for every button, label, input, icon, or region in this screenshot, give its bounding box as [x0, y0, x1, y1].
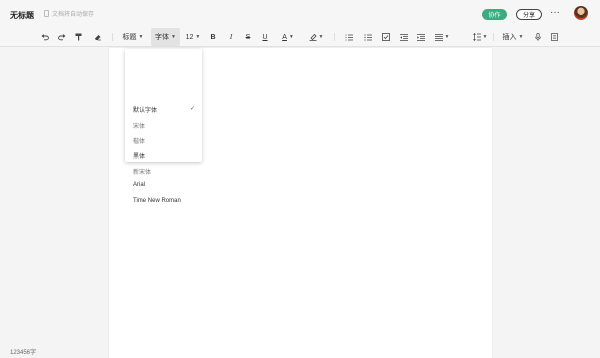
chevron-down-icon: ▼ — [195, 34, 201, 40]
app-header: 无标题 文档将自动保存 协作 分享 ··· — [0, 0, 600, 28]
align-icon — [434, 33, 443, 41]
undo-icon — [40, 33, 49, 40]
paint-roller-icon — [75, 33, 82, 41]
eraser-icon — [94, 35, 101, 41]
toolbar-divider — [112, 33, 113, 41]
bold-button[interactable]: B — [208, 28, 218, 46]
indent-decrease-icon — [399, 33, 408, 41]
word-count: 123456字 — [10, 350, 37, 356]
font-size-dropdown[interactable]: 12 ▼ — [184, 28, 202, 46]
redo-icon — [57, 33, 66, 40]
ordered-list-button[interactable] — [343, 28, 354, 46]
clear-format-button[interactable] — [92, 28, 103, 46]
insert-label: 插入 — [502, 34, 517, 41]
save-status-text: 文档将自动保存 — [52, 12, 95, 18]
chevron-down-icon: ▼ — [288, 34, 294, 40]
font-option-kaiti[interactable]: 楷体 — [133, 136, 145, 145]
document-title[interactable]: 无标题 — [10, 10, 34, 21]
check-icon: ✓ — [190, 106, 196, 112]
voice-input-button[interactable] — [532, 28, 543, 46]
ordered-list-icon — [345, 34, 353, 40]
share-button[interactable]: 分享 — [516, 9, 542, 20]
indent-increase-icon — [416, 33, 425, 41]
bullet-list-icon — [363, 33, 372, 41]
font-color-icon: A — [282, 33, 287, 41]
font-option-xinsongti[interactable]: 新宋体 — [133, 167, 151, 176]
strikethrough-button[interactable]: S — [243, 28, 253, 46]
document-icon — [44, 10, 49, 17]
font-option-heiti[interactable]: 黑体 — [133, 151, 145, 160]
chevron-down-icon: ▼ — [518, 34, 524, 40]
chevron-down-icon: ▼ — [482, 34, 488, 40]
redo-button[interactable] — [56, 28, 67, 46]
font-label: 字体 — [155, 34, 170, 41]
font-option-default[interactable]: 默认字体 — [133, 105, 157, 114]
indent-decrease-button[interactable] — [398, 28, 409, 46]
font-color-dropdown[interactable]: A ▼ — [278, 28, 298, 46]
task-list-button[interactable] — [380, 28, 391, 46]
font-option-songti[interactable]: 宋体 — [133, 121, 145, 130]
heading-label: 标题 — [122, 34, 137, 41]
format-painter-button[interactable] — [73, 28, 84, 46]
toolbar-divider — [334, 33, 335, 41]
microphone-icon — [534, 33, 541, 41]
align-dropdown[interactable]: ▼ — [432, 28, 452, 46]
font-dropdown[interactable]: 字体 ▼ — [151, 28, 180, 46]
font-option-arial[interactable]: Arial — [133, 182, 145, 188]
heading-dropdown[interactable]: 标题 ▼ — [119, 28, 147, 46]
outline-icon — [551, 33, 558, 41]
indent-increase-button[interactable] — [415, 28, 426, 46]
font-family-menu: 默认字体 ✓ 宋体 楷体 黑体 新宋体 Arial Time New Roman — [125, 49, 202, 204]
font-option-times[interactable]: Time New Roman — [133, 198, 181, 204]
document-outline-button[interactable] — [549, 28, 560, 46]
more-options-button[interactable]: ··· — [550, 8, 560, 18]
chevron-down-icon: ▼ — [318, 34, 324, 40]
collaborate-button[interactable]: 协作 — [482, 9, 507, 20]
toolbar-divider — [493, 33, 494, 41]
italic-button[interactable]: I — [226, 28, 236, 46]
highlight-color-dropdown[interactable]: ▼ — [306, 28, 326, 46]
undo-button[interactable] — [39, 28, 50, 46]
chevron-down-icon: ▼ — [138, 34, 144, 40]
save-status: 文档将自动保存 — [44, 9, 94, 18]
underline-button[interactable]: U — [260, 28, 270, 46]
insert-dropdown[interactable]: 插入 ▼ — [500, 28, 526, 46]
line-height-dropdown[interactable]: ▼ — [470, 28, 490, 46]
chevron-down-icon: ▼ — [444, 34, 450, 40]
chevron-down-icon: ▼ — [171, 34, 176, 40]
user-avatar[interactable] — [574, 6, 588, 20]
formatting-toolbar: 标题 ▼ 字体 ▼ 12 ▼ B I S U A ▼ ▼ ▼ ▼ 插入 ▼ — [0, 28, 600, 47]
line-height-icon — [472, 33, 481, 41]
bullet-list-button[interactable] — [362, 28, 373, 46]
checkbox-icon — [381, 33, 390, 41]
font-size-value: 12 — [185, 33, 194, 41]
highlighter-icon — [309, 33, 317, 41]
